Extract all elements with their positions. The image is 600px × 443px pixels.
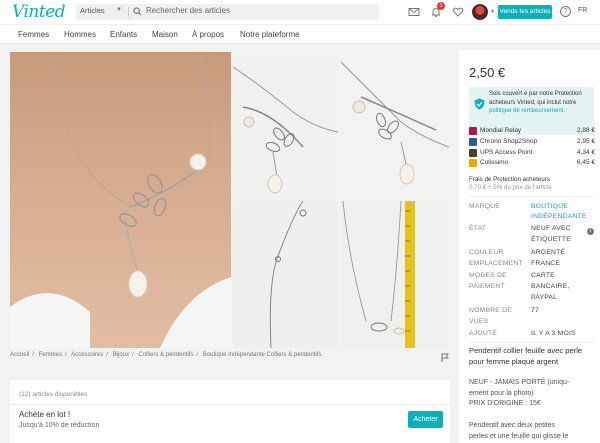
notification-badge: 1 — [437, 2, 445, 10]
divider — [10, 404, 450, 405]
breadcrumb-item[interactable]: Bijoux — [113, 352, 129, 358]
shipping-option[interactable]: Colissimo 6,45 € — [469, 159, 597, 169]
breadcrumb-item[interactable]: Femmes — [39, 352, 62, 358]
item-title: Pendentif collier feuille avec perle pou… — [469, 346, 583, 366]
buyer-fees-title: Frais de Protection acheteurs — [469, 176, 550, 183]
detail-value-payment: CARTE — [531, 272, 555, 279]
item-description: NEUF - JAMAIS PORTÉ (uniqu- ement pour l… — [469, 379, 570, 407]
colissimo-icon — [469, 159, 477, 167]
shipping-option[interactable]: Chrono Shop2Shop 2,95 € — [469, 138, 597, 148]
detail-label-location: EMPLACEMENT — [469, 260, 523, 267]
shipping-option[interactable]: Mondial Relay 2,88 € — [469, 127, 597, 137]
heart-icon[interactable] — [452, 6, 464, 18]
detail-label-payment: PAIEMENT — [469, 283, 505, 290]
detail-value-state: ÉTIQUETTE — [531, 236, 571, 243]
mail-icon[interactable] — [408, 6, 420, 18]
ups-icon — [469, 149, 477, 157]
refund-policy-link[interactable]: politique de remboursement. — [489, 108, 565, 114]
vinted-logo[interactable]: Vinted — [12, 2, 66, 22]
breadcrumb-separator: / — [132, 352, 134, 358]
detail-label-state: ÉTAT — [469, 225, 487, 232]
item-description: Pendentif avec deux petites perles et un… — [469, 422, 569, 440]
detail-value-color: ARGENTÉ — [531, 249, 566, 256]
search-category-select[interactable]: Articles — [80, 6, 105, 15]
search-icon — [133, 7, 142, 16]
breadcrumb-item[interactable]: Boutique Indépendante Colliers & pendent… — [203, 352, 322, 358]
bundle-panel: (12) articles disponibles Achète en lot … — [10, 380, 450, 443]
nav-item-notre-plateforme[interactable]: Notre plateforme — [240, 30, 300, 39]
language-select[interactable]: FR — [578, 7, 587, 14]
info-icon[interactable]: i — [587, 228, 594, 235]
breadcrumb-item[interactable]: Accueil — [10, 352, 29, 358]
detail-label-views: NOMBRE DE — [469, 307, 512, 314]
chevron-down-icon[interactable]: ▼ — [490, 9, 495, 15]
chrono-icon — [469, 138, 477, 146]
breadcrumb-item[interactable]: Colliers & pendentifs — [138, 352, 193, 358]
item-photo-2[interactable] — [233, 52, 338, 199]
nav-item-a-propos[interactable]: À propos — [192, 30, 224, 39]
brand-link[interactable]: BOUTIQUE — [531, 203, 568, 210]
item-sidebar: 2,50 € Sois couvert·e par notre Protecti… — [459, 50, 600, 443]
buyer-protection-text: Sois couvert·e par notre Protection ache… — [489, 91, 582, 115]
item-photo-main[interactable] — [10, 52, 231, 348]
buyer-fees-detail: 0,70 € + 5% du prix de l'article — [469, 184, 552, 191]
divider — [469, 342, 594, 343]
nav-item-enfants[interactable]: Enfants — [110, 30, 137, 39]
breadcrumb-separator: / — [106, 352, 109, 358]
nav-item-maison[interactable]: Maison — [152, 30, 178, 39]
bundle-subtitle: Jusqu'à 10% de réduction — [19, 422, 100, 429]
bundle-title: Achète en lot ! — [19, 410, 71, 419]
item-photo-5[interactable] — [341, 201, 449, 348]
nav-item-femmes[interactable]: Femmes — [18, 30, 49, 39]
detail-value-payment: PAYPAL — [531, 294, 558, 301]
search-input[interactable]: Rechercher des articles — [146, 6, 230, 15]
item-price: 2,50 € — [469, 65, 506, 80]
chevron-down-icon: ▼ — [116, 7, 122, 13]
detail-label-views: VUES — [469, 318, 489, 325]
help-icon[interactable]: ? — [560, 6, 571, 17]
shield-check-icon — [474, 98, 485, 110]
item-photo-4[interactable] — [233, 201, 338, 348]
breadcrumb-separator: / — [65, 352, 67, 358]
avatar[interactable] — [472, 4, 488, 20]
brand-link[interactable]: INDÉPENDANTE — [531, 213, 587, 220]
detail-label-brand: MARQUE — [469, 203, 501, 210]
breadcrumb: Accueil / Femmes / Accessoires / Bijoux / Co… — [10, 352, 325, 358]
detail-value-state: NEUF AVEC — [531, 225, 571, 232]
item-photo-3[interactable] — [341, 52, 449, 199]
flag-icon[interactable] — [441, 353, 449, 362]
breadcrumb-separator: / — [32, 352, 35, 358]
bundle-buy-button[interactable]: Acheter — [408, 411, 443, 428]
search-separator — [128, 7, 129, 17]
breadcrumb-separator: / — [196, 352, 199, 358]
items-available-count: (12) articles disponibles — [19, 391, 88, 398]
top-bar: Vinted Articles ▼ Rechercher des article… — [0, 0, 600, 24]
shipping-option[interactable]: UPS Access Point 4,34 € — [469, 149, 597, 159]
search-bar[interactable]: Articles ▼ Rechercher des articles — [76, 4, 379, 20]
category-nav: Femmes Hommes Enfants Maison À propos No… — [0, 24, 600, 44]
detail-value-payment: BANCAIRE, — [531, 283, 570, 290]
detail-label-added: AJOUTÉ — [469, 330, 498, 337]
mondial-relay-icon — [469, 127, 477, 135]
sell-items-button[interactable]: Vends tes articles — [498, 5, 552, 19]
breadcrumb-item[interactable]: Accessoires — [71, 352, 103, 358]
nav-item-hommes[interactable]: Hommes — [64, 30, 96, 39]
detail-label-payment: MODES DE — [469, 272, 507, 279]
detail-value-location: FRANCE — [531, 260, 561, 267]
detail-value-views: 77 — [531, 307, 539, 314]
divider — [469, 196, 594, 197]
detail-label-color: COULEUR — [469, 249, 504, 256]
detail-value-added: IL Y A 3 MOIS — [531, 330, 576, 337]
